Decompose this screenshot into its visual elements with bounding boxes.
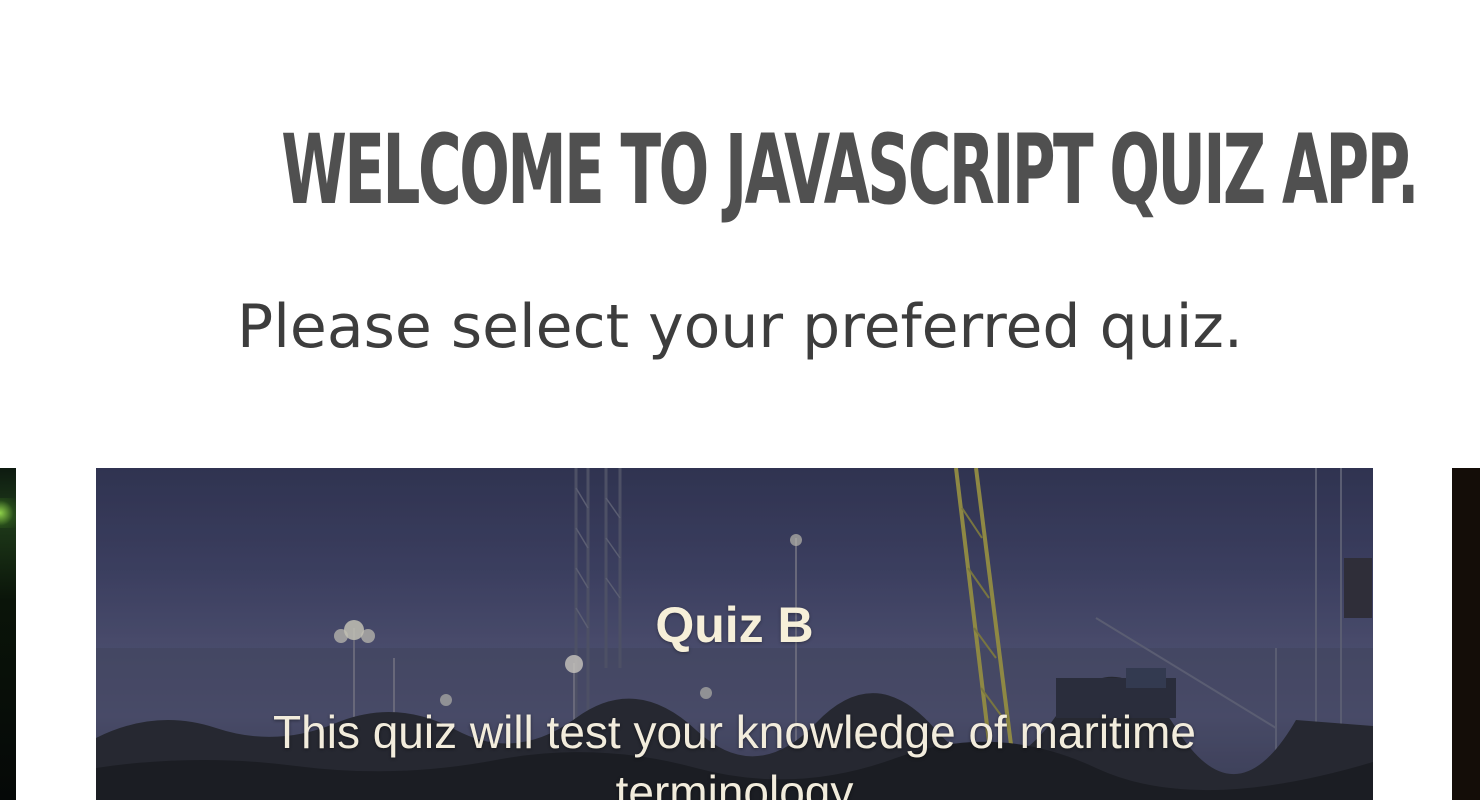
quiz-card-previous[interactable] [0, 468, 16, 800]
page-subtitle: Please select your preferred quiz. [237, 292, 1243, 362]
quiz-card-b[interactable]: Quiz B This quiz will test your knowledg… [96, 468, 1373, 800]
previous-card-image [0, 498, 16, 528]
quiz-card-description: This quiz will test your knowledge of ma… [273, 706, 1196, 800]
quiz-selection-page: WELCOME TO JAVASCRIPT QUIZ APP. Please s… [0, 0, 1480, 800]
quiz-card-title: Quiz B [655, 597, 814, 653]
quiz-card-next[interactable] [1452, 468, 1480, 800]
page-title: WELCOME TO JAVASCRIPT QUIZ APP. [281, 114, 1419, 226]
quiz-carousel: Quiz B This quiz will test your knowledg… [0, 468, 1480, 800]
